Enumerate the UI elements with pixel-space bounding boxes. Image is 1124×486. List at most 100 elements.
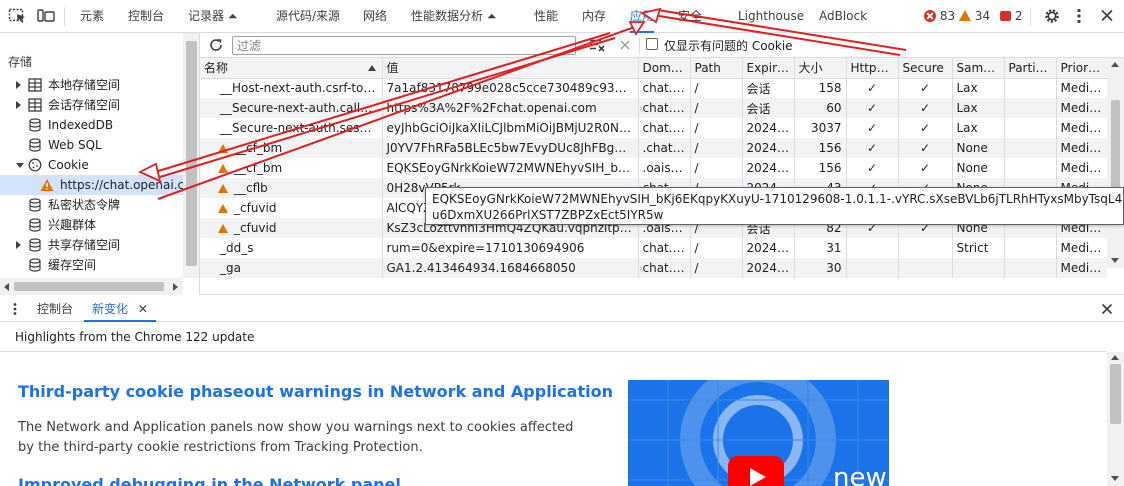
whats-new-panel: Highlights from the Chrome 122 update Th… (0, 322, 1124, 486)
drawer-menu-icon[interactable] (9, 302, 21, 316)
cookie-icon (28, 158, 42, 172)
sidebar-item-1[interactable]: 会话存储空间 (0, 95, 183, 115)
column-header-0[interactable]: 名称 (200, 58, 382, 79)
panel-tab-7[interactable]: 内存 (582, 0, 606, 33)
cookie-table-scrollbar[interactable] (1107, 58, 1124, 268)
cookie-warning-icon[interactable] (218, 224, 228, 233)
clear-filtered-cookies-icon[interactable] (588, 37, 606, 53)
whats-new-video-thumbnail[interactable]: new (628, 380, 889, 486)
sidebar-item-2[interactable]: IndexedDB (0, 115, 183, 135)
table-row[interactable]: __cf_bm J0YV7FhRFa5BLEc5bw7EvyDUc8JhFBg7Q… (200, 138, 1107, 158)
table-cell-1: https%3A%2F%2Fchat.openai.com (381, 98, 638, 118)
cookie-warning-icon[interactable] (218, 204, 228, 213)
cookie-warning-icon[interactable] (218, 164, 228, 173)
cookie-warning-icon[interactable] (218, 184, 228, 193)
table-cell-5: 3037 (793, 118, 846, 138)
column-header-2[interactable]: Domain (637, 58, 690, 79)
sidebar-item-6[interactable]: 私密状态令牌 (0, 195, 183, 215)
column-header-1[interactable]: 值 (381, 58, 638, 79)
sidebar-item-9[interactable]: 缓存空间 (0, 255, 183, 275)
cookie-warning-icon[interactable] (218, 144, 228, 153)
cookie-table-header: 名称值 Domain Path Expire... 大小 HttpO... Secure Sa… (200, 58, 1107, 79)
database-icon (29, 138, 41, 152)
table-row[interactable]: __Host-next-auth.csrf-token 7a1af83178799… (200, 78, 1107, 98)
cookie-name: __cf_bm (234, 141, 283, 155)
panel-tab-0[interactable]: 元素 (80, 0, 104, 33)
grid-icon (28, 78, 42, 92)
panel-tab-11[interactable]: AdBlock (819, 0, 867, 33)
panel-tab-4[interactable]: 网络 (363, 0, 387, 33)
sidebar-vertical-scrollbar[interactable] (183, 33, 199, 278)
close-devtools-icon[interactable] (1097, 7, 1117, 25)
column-header-4[interactable]: Expire... (741, 58, 794, 79)
column-header-3[interactable]: Path (689, 58, 742, 79)
feature-heading-network-debugging[interactable]: Improved debugging in the Network panel (18, 475, 401, 486)
sidebar-horizontal-scrollbar[interactable] (0, 278, 183, 295)
column-header-10[interactable]: Priority (1055, 58, 1107, 79)
collapsed-arrow-icon[interactable] (16, 241, 21, 249)
panel-tab-8[interactable]: 应用 (630, 0, 655, 33)
sidebar-item-8[interactable]: 共享存储空间 (0, 235, 183, 255)
table-cell-4: 2024-... (741, 258, 794, 278)
table-row[interactable]: __cf_bm EQKSEoyGNrkKoieW72MWNEhyvSIH_bKj6… (200, 158, 1107, 178)
table-row[interactable]: _ga GA1.2.413464934.1684668050 chat.o.../2… (200, 258, 1107, 278)
table-cell-7: ✓ (897, 98, 952, 118)
table-cell-6: ✓ (845, 138, 898, 158)
table-row[interactable]: __Secure-next-auth.callback...https%3A%2… (200, 98, 1107, 118)
sidebar-item-5[interactable]: https://chat.openai.com (0, 175, 199, 195)
table-row[interactable]: __Secure-next-auth.session-... eyJhbGciOi… (200, 118, 1107, 138)
panel-tab-6[interactable]: 性能 (534, 0, 558, 33)
drawer-tab-whats-new[interactable]: 新变化 ✕ (84, 296, 156, 322)
sidebar-item-4[interactable]: Cookie (0, 155, 183, 175)
settings-gear-icon[interactable] (1042, 7, 1062, 25)
drawer-tab-console[interactable]: 控制台 (37, 296, 73, 322)
table-cell-3: / (689, 78, 742, 98)
sidebar-item-3[interactable]: Web SQL (0, 135, 183, 155)
close-drawer-icon[interactable] (1101, 303, 1113, 315)
delete-all-cookies-icon[interactable] (618, 38, 632, 52)
whats-new-scrollbar[interactable] (1107, 352, 1124, 486)
toolbar-divider (1030, 7, 1031, 26)
collapsed-arrow-icon[interactable] (16, 81, 21, 89)
feature-description: The Network and Application panels now s… (18, 420, 574, 455)
only-issues-checkbox[interactable] (646, 38, 658, 50)
column-header-5[interactable]: 大小 (793, 58, 846, 79)
expanded-arrow-icon[interactable] (16, 163, 24, 168)
tooltip-line-2: u6DxmXU266PrlXST7ZBPZxEct5IYR5w (432, 208, 664, 222)
panel-tab-9[interactable]: 安全 (678, 0, 702, 33)
cookie-name: _cfuvid (234, 221, 277, 235)
table-cell-8: Lax (951, 118, 1004, 138)
storage-section-heading: 存储 (8, 55, 33, 69)
cookie-filter-input[interactable] (232, 36, 576, 55)
column-header-8[interactable]: Same... (951, 58, 1004, 79)
panel-tab-10[interactable]: Lighthouse (738, 0, 804, 33)
collapsed-arrow-icon[interactable] (16, 101, 21, 109)
issues-count: 2 (1014, 9, 1023, 23)
inspect-element-icon[interactable] (8, 7, 28, 25)
table-cell-0: __Secure-next-auth.callback... (200, 98, 382, 118)
more-options-icon[interactable] (1069, 7, 1089, 25)
sidebar-item-7[interactable]: 兴趣群体 (0, 215, 183, 235)
table-cell-4: 2024-... (741, 138, 794, 158)
database-icon (29, 218, 41, 232)
table-row[interactable]: _dd_s rum=0&expire=1710130694906 chat.o...… (200, 238, 1107, 258)
column-header-7[interactable]: Secure (897, 58, 952, 79)
feature-heading-cookie-warnings[interactable]: Third-party cookie phaseout warnings in … (18, 382, 613, 401)
device-toolbar-icon[interactable] (36, 7, 56, 25)
sidebar-item-0[interactable]: 本地存储空间 (0, 75, 183, 95)
column-header-9[interactable]: Partiti... (1003, 58, 1056, 79)
table-cell-3: / (689, 118, 742, 138)
warning-counter[interactable]: 34 (959, 9, 990, 23)
issues-counter[interactable]: 2 (1000, 9, 1022, 23)
error-counter[interactable]: 83 (924, 9, 955, 23)
column-header-6[interactable]: HttpO... (845, 58, 898, 79)
panel-tab-3[interactable]: 源代码/来源 (276, 0, 340, 33)
panel-tab-5[interactable]: 性能数据分析 ⏶ (411, 0, 496, 33)
refresh-icon[interactable] (208, 37, 224, 53)
panel-tab-2[interactable]: 记录器 ⏶ (188, 0, 237, 33)
database-icon (29, 238, 41, 252)
close-tab-icon[interactable]: ✕ (138, 302, 148, 316)
panel-tab-1[interactable]: 控制台 (128, 0, 164, 33)
toolbar-divider (64, 7, 65, 26)
table-cell-2: chat.o... (637, 238, 690, 258)
